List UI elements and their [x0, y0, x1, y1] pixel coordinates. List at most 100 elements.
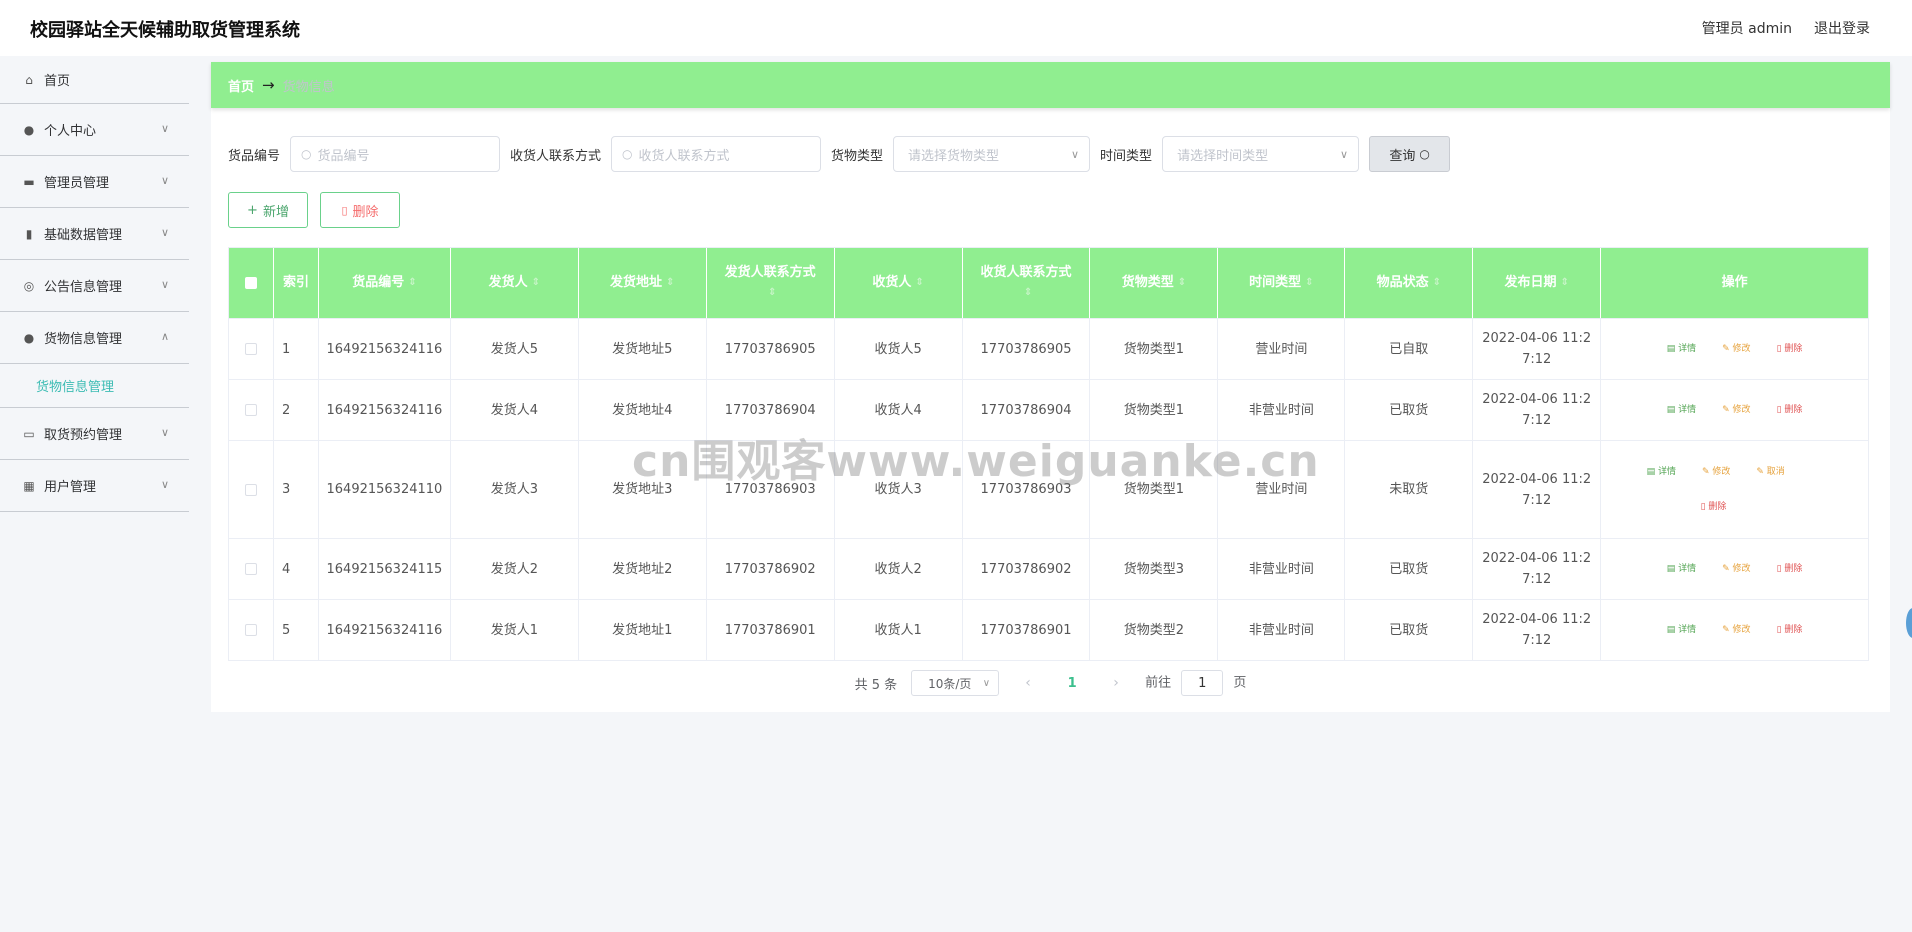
page-size-value: 10条/页 — [928, 676, 972, 691]
row-checkbox[interactable] — [244, 483, 257, 496]
submenu-goods-info-management[interactable]: 货物信息管理 — [0, 364, 189, 408]
row-checkbox[interactable] — [244, 404, 257, 416]
sort-icon[interactable]: ⇕ — [1178, 273, 1186, 293]
column-header[interactable]: 时间类型 ⇕ — [1218, 248, 1346, 318]
detail-button[interactable]: ▤ 详情 — [1647, 462, 1676, 483]
sidebar-item-announcements[interactable]: ◎ 公告信息管理 ∨ — [0, 260, 189, 312]
sort-icon[interactable]: ⇕ — [666, 273, 674, 293]
ops-group: ▤ 详情 ✎ 修改 ▯ 删除 — [1645, 339, 1825, 360]
table-row[interactable]: 3 16492156324110 发货人3 发货地址3 17703786903 … — [229, 440, 1868, 538]
row-delete-button[interactable]: ▯ 删除 — [1777, 339, 1803, 360]
sidebar-item-label: 个人中心 — [44, 124, 97, 139]
row-delete-button[interactable]: ▯ 删除 — [1777, 620, 1803, 641]
cancel-button[interactable]: ✎ 取消 — [1756, 462, 1784, 483]
row-delete-label: 删除 — [1784, 624, 1803, 635]
sidebar-item-goods-info[interactable]: ● 货物信息管理 ∧ — [0, 312, 189, 364]
sort-icon[interactable]: ⇕ — [408, 273, 416, 293]
sidebar-item-user-management[interactable]: ▦ 用户管理 ∨ — [0, 460, 189, 512]
sort-icon[interactable]: ⇕ — [768, 283, 776, 303]
sidebar-item-label: 用户管理 — [44, 480, 97, 495]
detail-button[interactable]: ▤ 详情 — [1667, 400, 1696, 421]
column-header[interactable]: 发货人联系方式 ⇕ — [707, 248, 835, 318]
goods-no-input[interactable]: ○ 货品编号 — [290, 136, 501, 172]
edit-button[interactable]: ✎ 修改 — [1702, 462, 1730, 483]
goto-page-input[interactable]: 1 — [1181, 670, 1224, 696]
detail-button[interactable]: ▤ 详情 — [1667, 339, 1696, 360]
row-checkbox[interactable] — [244, 343, 257, 355]
row-select-cell — [229, 441, 274, 538]
row-checkbox[interactable] — [244, 563, 257, 575]
query-button[interactable]: 查询 ○ — [1369, 136, 1451, 172]
address-cell: 发货地址4 — [579, 380, 707, 440]
prev-page-icon[interactable]: ‹ — [1013, 675, 1043, 691]
receiver-contact-input[interactable]: ○ 收货人联系方式 — [611, 136, 822, 172]
time-type-label: 时间类型 — [1100, 148, 1153, 164]
chevron-down-icon: ∨ — [1340, 147, 1349, 161]
row-delete-button[interactable]: ▯ 删除 — [1701, 497, 1727, 518]
row-checkbox[interactable] — [244, 624, 257, 636]
goods-type-cell: 货物类型3 — [1090, 539, 1219, 599]
sidebar-item-admin-management[interactable]: ▬ 管理员管理 ∨ — [0, 156, 189, 208]
column-header[interactable]: 收货人联系方式 ⇕ — [963, 248, 1091, 318]
sidebar-item-personal-center[interactable]: ● 个人中心 ∨ — [0, 104, 189, 156]
edit-button[interactable]: ✎ 修改 — [1722, 400, 1750, 421]
chevron-down-icon: ∨ — [160, 226, 169, 239]
sidebar-item-home[interactable]: ⌂ 首页 — [0, 56, 189, 104]
column-header[interactable]: 货品编号 ⇕ — [319, 248, 451, 318]
page-size-select[interactable]: 10条/页 ∨ — [911, 670, 1000, 696]
goto-page: 前往 1 页 — [1145, 670, 1246, 696]
current-user: 管理员 admin — [1701, 21, 1792, 37]
current-page[interactable]: 1 — [1057, 676, 1087, 691]
breadcrumb-home[interactable]: 首页 — [228, 76, 254, 95]
table-row[interactable]: 4 16492156324115 发货人2 发货地址2 17703786902 … — [229, 538, 1868, 599]
sender-phone-cell: 17703786903 — [707, 441, 835, 538]
sender-cell: 发货人3 — [451, 441, 579, 538]
search-icon: ○ — [1419, 147, 1430, 161]
column-header[interactable]: 发货地址 ⇕ — [579, 248, 707, 318]
index-cell: 5 — [274, 600, 319, 660]
sender-cell: 发货人4 — [451, 380, 579, 440]
row-delete-button[interactable]: ▯ 删除 — [1777, 400, 1803, 421]
doc-icon: ▤ — [1666, 404, 1679, 415]
edit-label: 修改 — [1732, 624, 1751, 635]
table-row[interactable]: 2 16492156324116 发货人4 发货地址4 17703786904 … — [229, 379, 1868, 440]
ops-group: ▤ 详情 ✎ 修改 ✎ 取消 ▯ 删除 — [1635, 462, 1835, 518]
edit-button[interactable]: ✎ 修改 — [1722, 620, 1750, 641]
table-row[interactable]: 5 16492156324116 发货人1 发货地址1 17703786901 … — [229, 599, 1868, 660]
add-button[interactable]: + 新增 — [228, 192, 308, 228]
edit-button[interactable]: ✎ 修改 — [1722, 339, 1750, 360]
sidebar-item-base-data[interactable]: ▮ 基础数据管理 ∨ — [0, 208, 189, 260]
receiver-cell: 收货人2 — [835, 539, 963, 599]
column-header[interactable]: 物品状态 ⇕ — [1345, 248, 1474, 318]
user-icon: ● — [23, 330, 35, 345]
edit-button[interactable]: ✎ 修改 — [1722, 559, 1750, 580]
next-page-icon[interactable]: › — [1101, 675, 1131, 691]
row-delete-button[interactable]: ▯ 删除 — [1777, 559, 1803, 580]
edit-label: 修改 — [1732, 563, 1751, 574]
sort-icon[interactable]: ⇕ — [1024, 283, 1032, 303]
logout-link[interactable]: 退出登录 — [1814, 18, 1870, 38]
sort-icon[interactable]: ⇕ — [1433, 273, 1441, 293]
detail-button[interactable]: ▤ 详情 — [1667, 559, 1696, 580]
sidebar-item-pickup-booking[interactable]: ▭ 取货预约管理 ∨ — [0, 408, 189, 460]
time-type-cell: 非营业时间 — [1218, 380, 1346, 440]
detail-label: 详情 — [1678, 624, 1697, 635]
sort-icon[interactable]: ⇕ — [532, 273, 540, 293]
column-header[interactable]: 发布日期 ⇕ — [1473, 248, 1602, 318]
column-header-label: 时间类型 — [1249, 275, 1302, 290]
date-text: 2022-04-06 11:2 — [1482, 551, 1592, 566]
column-header[interactable]: 收货人 ⇕ — [835, 248, 963, 318]
column-header[interactable]: 货物类型 ⇕ — [1090, 248, 1219, 318]
delete-button[interactable]: ▯ 删除 — [320, 192, 400, 228]
time-type-select[interactable]: 请选择时间类型 ∨ — [1162, 136, 1360, 172]
detail-button[interactable]: ▤ 详情 — [1667, 620, 1696, 641]
column-header[interactable]: 发货人 ⇕ — [451, 248, 579, 318]
sort-icon[interactable]: ⇕ — [1561, 273, 1569, 293]
sidebar-item-label: 首页 — [44, 74, 71, 89]
table-row[interactable]: 1 16492156324116 发货人5 发货地址5 17703786905 … — [229, 318, 1868, 379]
select-all-checkbox[interactable] — [244, 277, 257, 289]
goods-type-select[interactable]: 请选择货物类型 ∨ — [893, 136, 1091, 172]
sort-icon[interactable]: ⇕ — [1305, 273, 1313, 293]
floating-widget[interactable] — [1906, 608, 1912, 638]
sort-icon[interactable]: ⇕ — [915, 273, 923, 293]
